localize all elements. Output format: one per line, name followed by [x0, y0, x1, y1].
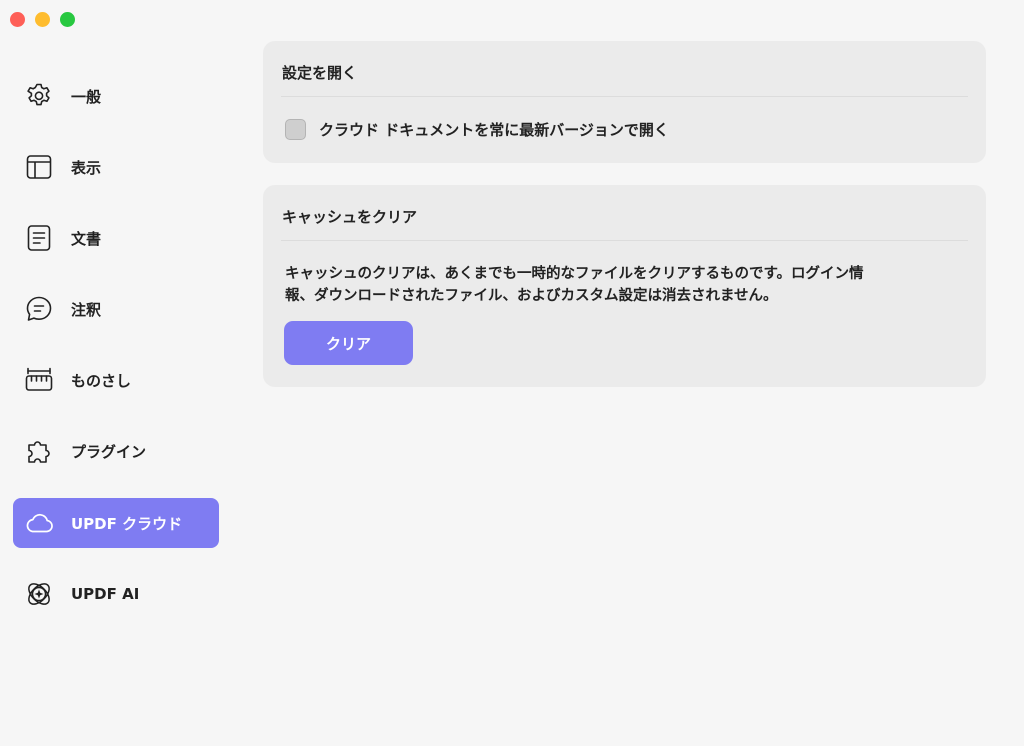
sidebar-item-general[interactable]: 一般 — [13, 71, 219, 121]
gear-icon — [24, 81, 54, 111]
open-settings-title: 設定を開く — [282, 64, 358, 82]
sidebar-item-label: 文書 — [71, 229, 102, 248]
sidebar-item-plugin[interactable]: プラグイン — [13, 426, 219, 476]
sidebar-item-label: プラグイン — [71, 442, 147, 461]
sidebar-item-ruler[interactable]: ものさし — [13, 355, 219, 405]
sidebar-item-display[interactable]: 表示 — [13, 142, 219, 192]
clear-cache-title: キャッシュをクリア — [282, 208, 418, 226]
sidebar-item-label: 表示 — [71, 158, 102, 177]
clear-cache-description-line: 報、ダウンロードされたファイル、およびカスタム設定は消去されません。 — [285, 288, 778, 304]
puzzle-icon — [24, 436, 54, 466]
divider — [281, 96, 968, 97]
clear-button[interactable]: クリア — [284, 321, 413, 365]
open-settings-card: 設定を開く クラウド ドキュメントを常に最新バージョンで開く — [263, 41, 986, 163]
clear-cache-card: キャッシュをクリア キャッシュのクリアは、あくまでも一時的なファイルをクリアする… — [263, 185, 986, 387]
settings-window: 一般 表示 文書 注釈 ものさし プラグイン UPDF クラウド UPDF AI… — [0, 0, 1024, 746]
sidebar-item-label: UPDF クラウド — [71, 514, 183, 533]
sidebar-item-annotation[interactable]: 注釈 — [13, 284, 219, 334]
ruler-icon — [24, 365, 54, 395]
sidebar-item-updf-ai[interactable]: UPDF AI — [13, 569, 219, 619]
sidebar-item-document[interactable]: 文書 — [13, 213, 219, 263]
document-icon — [24, 223, 54, 253]
sidebar-item-label: UPDF AI — [71, 585, 140, 603]
sidebar-item-updf-cloud[interactable]: UPDF クラウド — [13, 498, 219, 548]
comment-icon — [24, 294, 54, 324]
always-open-latest-option[interactable]: クラウド ドキュメントを常に最新バージョンで開く — [285, 119, 669, 140]
sidebar-item-label: ものさし — [71, 371, 132, 390]
clear-cache-description-line: キャッシュのクリアは、あくまでも一時的なファイルをクリアするものです。ログイン情 — [285, 266, 864, 282]
layout-icon — [24, 152, 54, 182]
always-open-latest-label[interactable]: クラウド ドキュメントを常に最新バージョンで開く — [319, 119, 669, 140]
sidebar: 一般 表示 文書 注釈 ものさし プラグイン UPDF クラウド UPDF AI — [0, 0, 232, 746]
ai-icon — [24, 579, 54, 609]
clear-cache-description: キャッシュのクリアは、あくまでも一時的なファイルをクリアするものです。ログイン情… — [285, 263, 975, 307]
divider — [281, 240, 968, 241]
sidebar-item-label: 注釈 — [71, 300, 102, 319]
sidebar-item-label: 一般 — [71, 87, 102, 106]
always-open-latest-checkbox[interactable] — [285, 119, 306, 140]
cloud-icon — [24, 508, 54, 538]
